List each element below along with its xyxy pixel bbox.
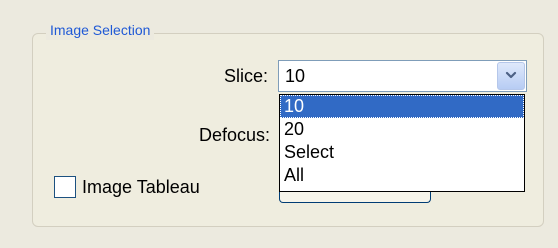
slice-combobox[interactable]: 10 <box>278 60 527 92</box>
dropdown-button[interactable] <box>497 62 525 90</box>
group-title: Image Selection <box>46 20 155 40</box>
slice-selected-value: 10 <box>285 66 306 86</box>
dropdown-option-all[interactable]: All <box>280 164 524 187</box>
image-tableau-label[interactable]: Image Tableau <box>82 176 200 198</box>
dropdown-option-select[interactable]: Select <box>280 141 524 164</box>
slice-dropdown-list[interactable]: 10 20 Select All <box>279 94 525 192</box>
chevron-down-icon <box>505 71 517 79</box>
dropdown-option-10[interactable]: 10 <box>280 95 524 118</box>
image-tableau-checkbox[interactable] <box>54 176 76 198</box>
dropdown-option-20[interactable]: 20 <box>280 118 524 141</box>
slice-label: Slice: <box>223 66 268 86</box>
defocus-label: Defocus: <box>198 125 270 145</box>
